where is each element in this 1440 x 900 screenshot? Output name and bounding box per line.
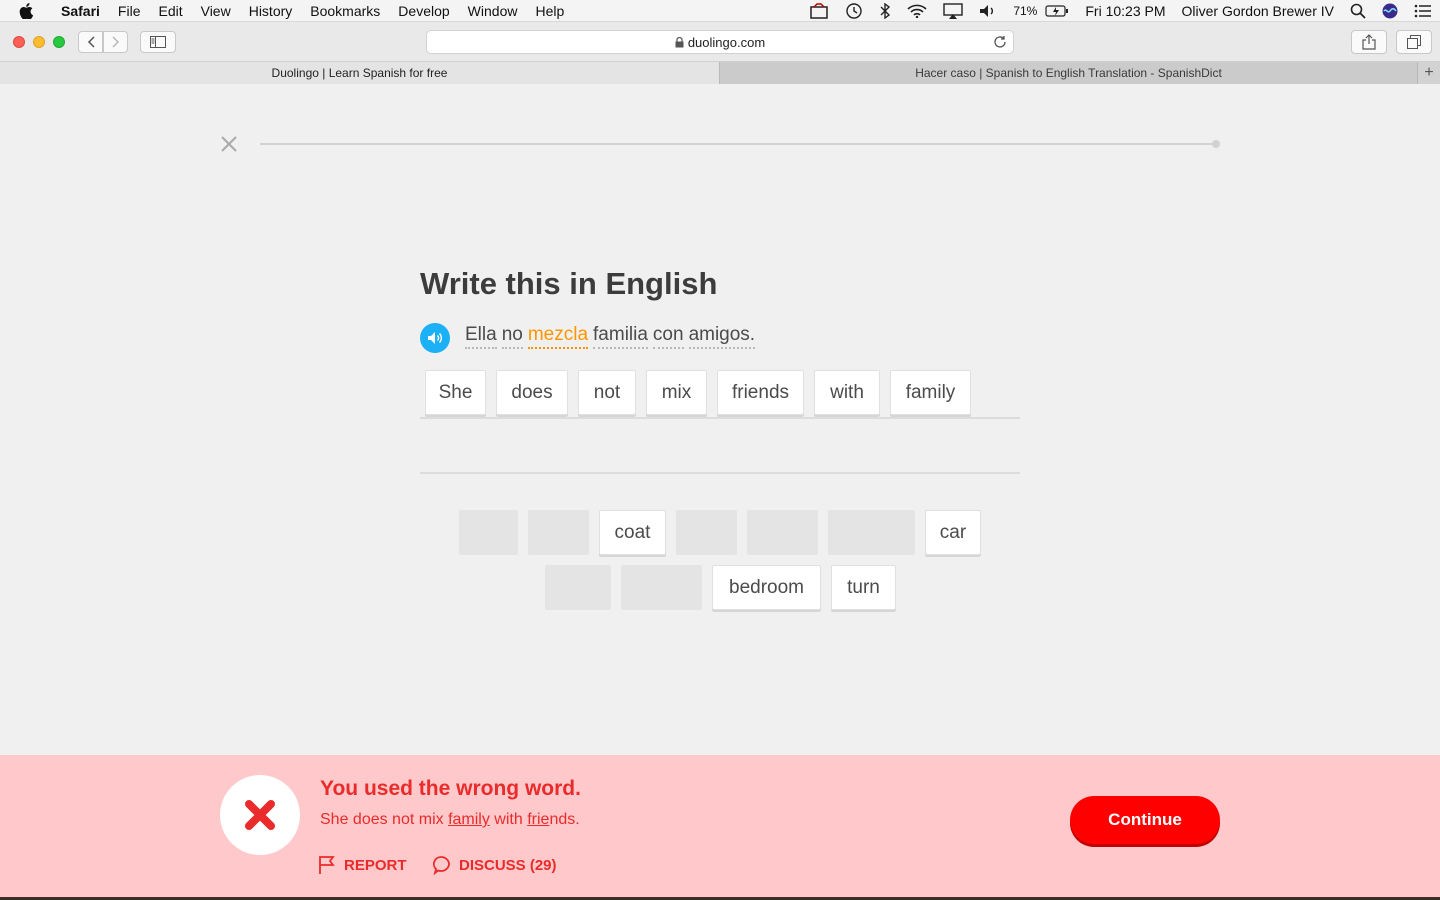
prompt-word[interactable]: con — [652, 324, 684, 349]
answer-tile[interactable]: not — [578, 370, 636, 415]
tab-bar: Duolingo | Learn Spanish for free Hacer … — [0, 62, 1440, 84]
answer-tile[interactable]: She — [425, 370, 486, 415]
answer-tile[interactable]: mix — [646, 370, 707, 415]
apple-menu-icon[interactable] — [0, 2, 52, 19]
menu-help[interactable]: Help — [526, 3, 573, 19]
used-tile-placeholder — [528, 510, 589, 555]
share-icon — [1362, 34, 1376, 50]
prompt-word[interactable]: Ella — [465, 324, 497, 349]
prompt-word[interactable]: familia — [593, 324, 648, 349]
lock-icon — [675, 36, 684, 48]
report-label: REPORT — [344, 856, 407, 874]
prompt-word-highlighted[interactable]: mezcla — [527, 324, 589, 349]
quit-lesson-button[interactable] — [219, 134, 239, 154]
browser-toolbar: duolingo.com — [0, 22, 1440, 62]
minimize-window-button[interactable] — [33, 36, 45, 48]
answer-underlined-word: family — [448, 811, 490, 828]
spotlight-search-icon[interactable] — [1342, 3, 1374, 19]
discuss-label: DISCUSS (29) — [459, 856, 557, 874]
feedback-panel: You used the wrong word. She does not mi… — [0, 755, 1440, 897]
sidebar-toggle-button[interactable] — [140, 31, 176, 53]
share-button[interactable] — [1351, 30, 1387, 54]
menu-view[interactable]: View — [192, 3, 240, 19]
comment-icon — [433, 856, 450, 875]
word-bank-tile[interactable]: coat — [599, 510, 666, 555]
flag-icon — [319, 856, 335, 874]
answer-tile[interactable]: with — [814, 370, 880, 415]
progress-bar — [260, 143, 1216, 145]
answer-tile[interactable]: friends — [717, 370, 804, 415]
answer-text: nds. — [549, 811, 580, 828]
word-bank-tile[interactable]: car — [925, 510, 981, 555]
url-text: duolingo.com — [687, 34, 766, 50]
used-tile-placeholder — [621, 565, 702, 610]
answer-underlined-word: frie — [527, 811, 550, 828]
speaker-icon — [428, 332, 442, 344]
airplay-icon[interactable] — [935, 3, 971, 19]
menu-bookmarks[interactable]: Bookmarks — [301, 3, 389, 19]
page-title: Write this in English — [420, 266, 718, 301]
word-bank-tile[interactable]: bedroom — [712, 565, 821, 610]
used-tile-placeholder — [747, 510, 818, 555]
menu-history[interactable]: History — [240, 3, 302, 19]
answer-tile[interactable]: does — [496, 370, 568, 415]
tab-overview-button[interactable] — [1396, 30, 1432, 54]
answer-text: with — [489, 811, 528, 828]
answer-line-2 — [420, 472, 1020, 474]
clock[interactable]: Fri 10:23 PM — [1077, 3, 1173, 19]
answer-tile[interactable]: family — [890, 370, 971, 415]
prompt-sentence: Ella no mezcla familia con amigos. — [465, 324, 756, 349]
wifi-icon[interactable] — [899, 4, 935, 18]
report-button[interactable]: REPORT — [318, 855, 407, 875]
play-audio-button[interactable] — [420, 323, 450, 353]
reload-icon[interactable] — [993, 35, 1007, 49]
bluetooth-icon[interactable] — [871, 3, 899, 19]
correct-answer: She does not mix family with friends. — [320, 811, 580, 829]
continue-button[interactable]: Continue — [1070, 796, 1220, 844]
prompt-word[interactable]: no — [501, 324, 523, 349]
used-tile-placeholder — [828, 510, 915, 555]
answer-text: She does not mix — [320, 811, 449, 828]
menu-bar: Safari File Edit View History Bookmarks … — [0, 0, 1440, 22]
tabs-icon — [1407, 35, 1421, 49]
lesson-page: Write this in English Ella no mezcla fam… — [0, 84, 1440, 755]
time-machine-icon[interactable] — [837, 2, 871, 20]
zoom-window-button[interactable] — [53, 36, 65, 48]
discuss-button[interactable]: DISCUSS (29) — [431, 855, 557, 875]
menu-window[interactable]: Window — [459, 3, 527, 19]
battery-icon[interactable] — [1045, 5, 1077, 17]
menu-app-name[interactable]: Safari — [52, 3, 109, 19]
battery-percent: 71% — [1013, 4, 1038, 18]
menu-develop[interactable]: Develop — [389, 3, 458, 19]
notification-center-icon[interactable] — [1406, 4, 1440, 18]
forward-button[interactable] — [103, 31, 128, 53]
sidebar-icon — [150, 36, 166, 48]
menu-edit[interactable]: Edit — [149, 3, 191, 19]
close-icon — [221, 136, 237, 152]
user-name[interactable]: Oliver Gordon Brewer IV — [1174, 3, 1343, 19]
error-badge — [220, 775, 300, 855]
used-tile-placeholder — [545, 565, 611, 610]
used-tile-placeholder — [676, 510, 737, 555]
error-x-icon — [245, 800, 275, 830]
new-tab-button[interactable]: + — [1418, 62, 1440, 84]
used-tile-placeholder — [459, 510, 518, 555]
answer-line-1 — [420, 417, 1020, 419]
progress-end-dot — [1212, 140, 1220, 148]
status-app-icon[interactable] — [801, 3, 837, 19]
menu-file[interactable]: File — [109, 3, 150, 19]
tab-spanishdict[interactable]: Hacer caso | Spanish to English Translat… — [720, 62, 1418, 84]
close-window-button[interactable] — [13, 36, 25, 48]
back-button[interactable] — [78, 31, 103, 53]
chevron-right-icon — [111, 36, 119, 48]
tab-duolingo[interactable]: Duolingo | Learn Spanish for free — [0, 62, 720, 84]
prompt-word[interactable]: amigos. — [688, 324, 756, 349]
chevron-left-icon — [87, 36, 95, 48]
siri-icon[interactable] — [1374, 3, 1406, 19]
address-bar[interactable]: duolingo.com — [426, 30, 1014, 54]
feedback-title: You used the wrong word. — [320, 777, 581, 800]
volume-icon[interactable] — [971, 4, 1005, 18]
word-bank-tile[interactable]: turn — [831, 565, 896, 610]
